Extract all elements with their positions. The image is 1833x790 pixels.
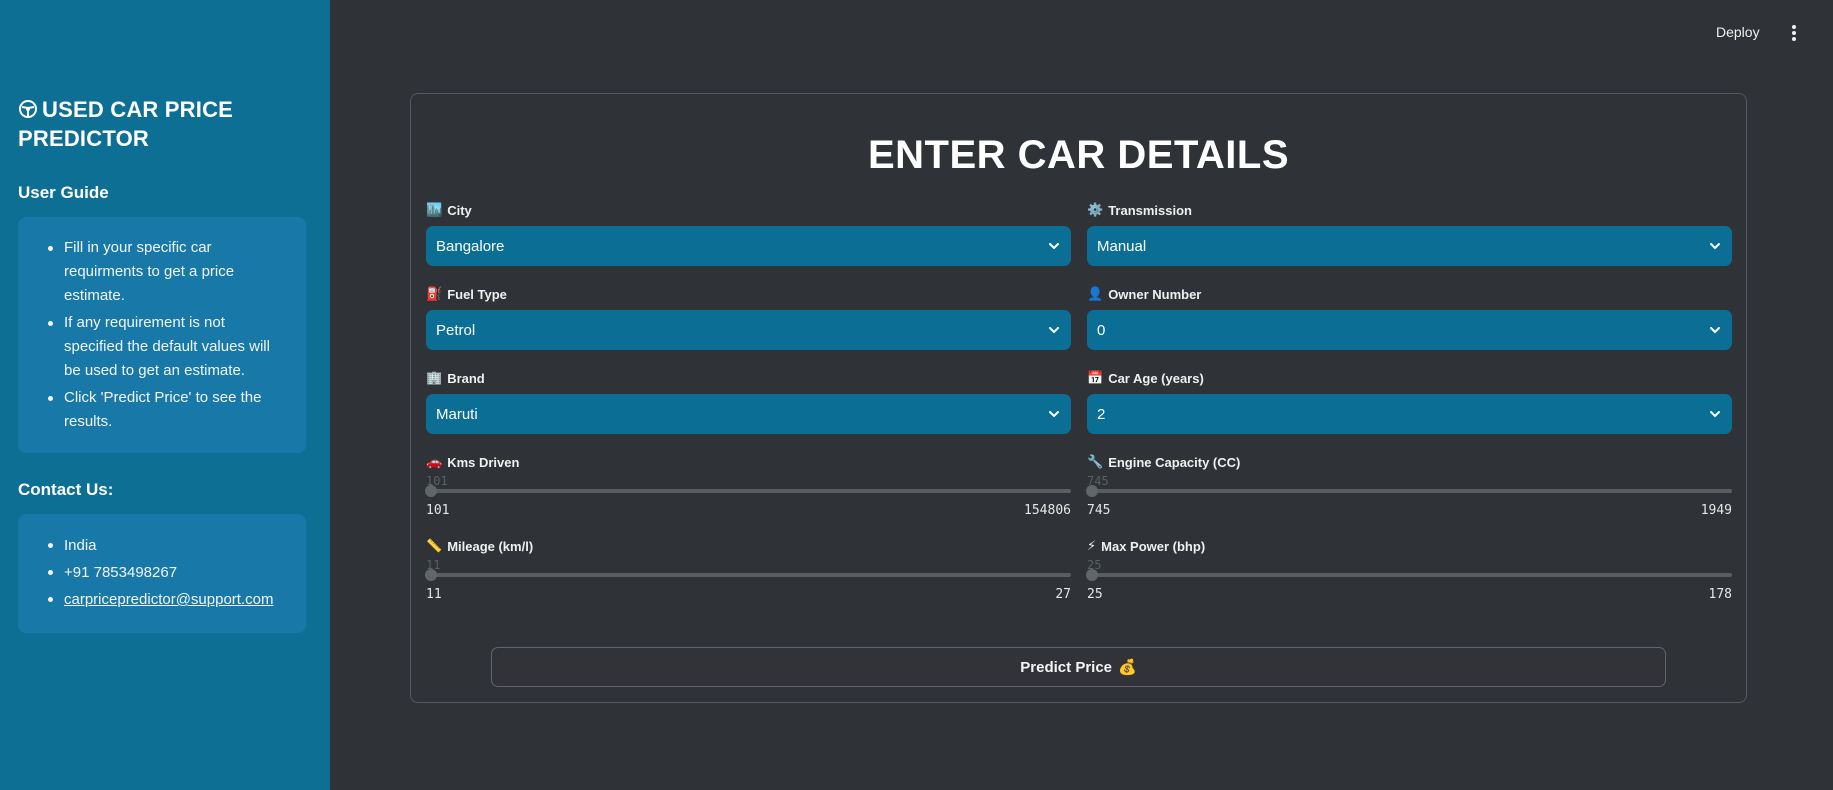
lightning-icon: ⚡ bbox=[1087, 538, 1097, 553]
kms-driven-max: 154806 bbox=[1024, 503, 1071, 518]
contact-phone: +91 7853498267 bbox=[45, 560, 286, 586]
transmission-value: Manual bbox=[1097, 237, 1147, 255]
city-icon: 🏙️ bbox=[426, 202, 443, 217]
car-icon: 🚗 bbox=[426, 454, 443, 469]
contact-box: India +91 7853498267 carpricepredictor@s… bbox=[18, 514, 306, 633]
kms-driven-slider[interactable] bbox=[425, 485, 1071, 497]
kms-driven-field: 🚗 Kms Driven 101 101 154806 bbox=[425, 454, 1071, 518]
mileage-slider[interactable] bbox=[425, 569, 1071, 581]
kms-driven-current: 101 bbox=[426, 474, 448, 488]
car-age-value: 2 bbox=[1097, 405, 1106, 423]
sidebar: USED CAR PRICE PREDICTOR User Guide Fill… bbox=[0, 0, 330, 790]
mileage-max: 27 bbox=[1055, 587, 1071, 602]
city-value: Bangalore bbox=[436, 237, 505, 255]
car-age-select[interactable]: 2 bbox=[1087, 394, 1732, 434]
kms-driven-min: 101 bbox=[426, 503, 450, 518]
engine-capacity-max: 1949 bbox=[1700, 503, 1732, 518]
contact-email-link[interactable]: carpricepredictor@support.com bbox=[64, 591, 273, 608]
transmission-label: Transmission bbox=[1108, 202, 1192, 218]
predict-price-button[interactable]: Predict Price 💰 bbox=[491, 647, 1666, 687]
building-icon: 🏢 bbox=[426, 370, 443, 385]
kms-driven-label: Kms Driven bbox=[447, 454, 520, 470]
max-power-max: 178 bbox=[1708, 587, 1732, 602]
predict-price-label: Predict Price bbox=[1020, 658, 1113, 676]
chevron-down-icon bbox=[1049, 411, 1059, 418]
guide-item: Click 'Predict Price' to see the results… bbox=[45, 386, 286, 434]
wrench-icon: 🔧 bbox=[1087, 454, 1104, 469]
slider-thumb[interactable] bbox=[1086, 569, 1098, 581]
owner-number-select[interactable]: 0 bbox=[1087, 310, 1732, 350]
brand-select[interactable]: Maruti bbox=[426, 394, 1071, 434]
fuel-type-label: Fuel Type bbox=[447, 286, 507, 302]
contact-heading: Contact Us: bbox=[18, 480, 114, 499]
max-power-field: ⚡ Max Power (bhp) 25 25 178 bbox=[1086, 538, 1732, 602]
owner-number-label: Owner Number bbox=[1108, 286, 1202, 302]
chevron-down-icon bbox=[1049, 327, 1059, 334]
max-power-min: 25 bbox=[1087, 587, 1103, 602]
car-age-label: Car Age (years) bbox=[1108, 370, 1204, 386]
engine-capacity-label: Engine Capacity (CC) bbox=[1108, 454, 1241, 470]
mileage-current: 11 bbox=[426, 558, 441, 572]
fuel-pump-icon: ⛽ bbox=[426, 286, 443, 301]
mileage-label: Mileage (km/l) bbox=[447, 538, 534, 554]
brand-value: Maruti bbox=[436, 405, 478, 423]
gear-icon: ⚙️ bbox=[1087, 202, 1104, 217]
slider-thumb[interactable] bbox=[1086, 485, 1098, 497]
deploy-button[interactable]: Deploy bbox=[1716, 24, 1760, 40]
engine-capacity-min: 745 bbox=[1087, 503, 1111, 518]
main-menu-icon[interactable] bbox=[1788, 24, 1800, 42]
city-label: City bbox=[447, 202, 472, 218]
form-title: ENTER CAR DETAILS bbox=[867, 133, 1290, 177]
transmission-field: ⚙️ Transmission Manual bbox=[1087, 202, 1732, 266]
app-title: USED CAR PRICE PREDICTOR bbox=[18, 95, 312, 153]
transmission-select[interactable]: Manual bbox=[1087, 226, 1732, 266]
calendar-icon: 📅 bbox=[1087, 370, 1104, 385]
contact-country: India bbox=[45, 533, 286, 559]
mileage-min: 11 bbox=[426, 587, 442, 602]
contact-email-item: carpricepredictor@support.com bbox=[45, 587, 286, 613]
app-title-text: USED CAR PRICE PREDICTOR bbox=[18, 97, 234, 151]
max-power-label: Max Power (bhp) bbox=[1101, 538, 1206, 554]
person-icon: 👤 bbox=[1087, 286, 1104, 301]
owner-number-field: 👤 Owner Number 0 bbox=[1087, 286, 1732, 350]
fuel-type-value: Petrol bbox=[436, 321, 476, 339]
guide-item: If any requirement is not specified the … bbox=[45, 311, 286, 383]
engine-capacity-current: 745 bbox=[1087, 474, 1109, 488]
chevron-down-icon bbox=[1710, 327, 1720, 334]
user-guide-heading: User Guide bbox=[18, 183, 109, 202]
slider-thumb[interactable] bbox=[425, 569, 437, 581]
max-power-slider[interactable] bbox=[1086, 569, 1732, 581]
brand-field: 🏢 Brand Maruti bbox=[426, 370, 1071, 434]
slider-thumb[interactable] bbox=[425, 485, 437, 497]
fuel-type-select[interactable]: Petrol bbox=[426, 310, 1071, 350]
city-field: 🏙️ City Bangalore bbox=[426, 202, 1071, 266]
car-age-field: 📅 Car Age (years) 2 bbox=[1087, 370, 1732, 434]
engine-capacity-slider[interactable] bbox=[1086, 485, 1732, 497]
chevron-down-icon bbox=[1710, 411, 1720, 418]
max-power-current: 25 bbox=[1087, 558, 1102, 572]
chevron-down-icon bbox=[1710, 243, 1720, 250]
ruler-icon: 📏 bbox=[426, 538, 443, 553]
chevron-down-icon bbox=[1049, 243, 1059, 250]
engine-capacity-field: 🔧 Engine Capacity (CC) 745 745 1949 bbox=[1086, 454, 1732, 518]
mileage-field: 📏 Mileage (km/l) 11 11 27 bbox=[425, 538, 1071, 602]
money-bag-icon: 💰 bbox=[1118, 659, 1137, 676]
guide-item: Fill in your specific car requirments to… bbox=[45, 236, 286, 308]
owner-number-value: 0 bbox=[1097, 321, 1106, 339]
car-details-form: ENTER CAR DETAILS 🏙️ City Bangalore ⚙️ Tra… bbox=[410, 93, 1747, 703]
fuel-type-field: ⛽ Fuel Type Petrol bbox=[426, 286, 1071, 350]
brand-label: Brand bbox=[447, 370, 485, 386]
user-guide-box: Fill in your specific car requirments to… bbox=[18, 217, 306, 453]
city-select[interactable]: Bangalore bbox=[426, 226, 1071, 266]
steering-wheel-icon bbox=[19, 100, 37, 118]
